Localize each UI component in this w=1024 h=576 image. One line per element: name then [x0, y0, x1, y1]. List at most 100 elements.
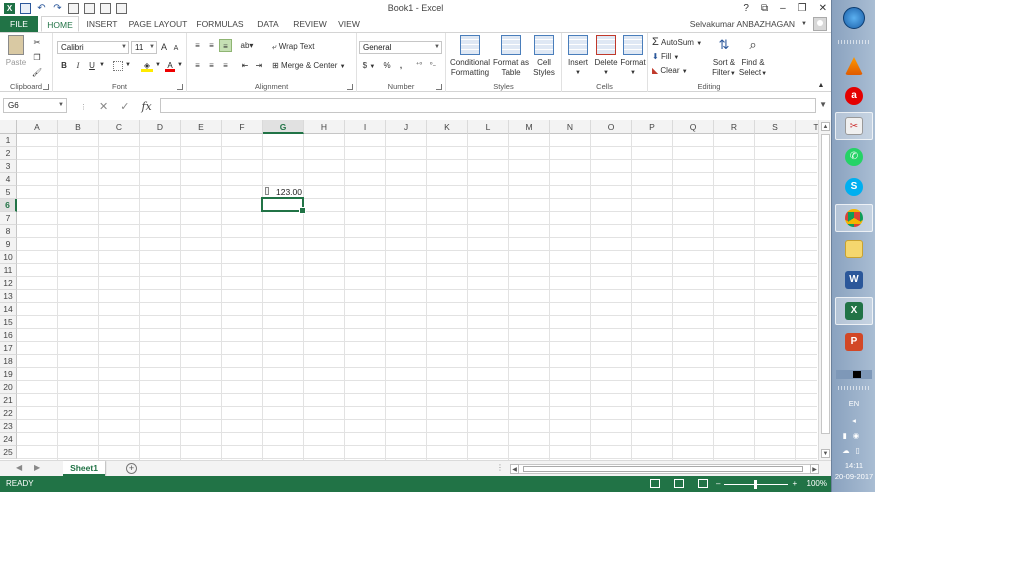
taskbar-paint[interactable]: ✂ — [835, 112, 873, 140]
fill-button[interactable]: ⬇ Fill ▼ — [652, 50, 692, 63]
expand-formula-bar-icon[interactable]: ▼ — [819, 100, 827, 109]
taskbar-scroll-thumb[interactable] — [853, 371, 861, 378]
row-header-11[interactable]: 11 — [0, 264, 17, 277]
collapse-ribbon-icon[interactable]: ▲ — [816, 79, 826, 92]
italic-button[interactable]: I — [73, 59, 83, 72]
format-as-table-button[interactable]: Format as Table — [493, 35, 529, 78]
zoom-out-icon[interactable]: – — [716, 476, 720, 492]
taskbar-airtel[interactable]: a — [835, 82, 873, 110]
clear-button[interactable]: ◣ Clear ▼ — [652, 64, 696, 77]
increase-decimal-icon[interactable]: ⁺⁰ — [413, 59, 425, 72]
tab-insert[interactable]: INSERT — [82, 16, 122, 32]
scroll-up-icon[interactable]: ▲ — [821, 122, 830, 131]
vertical-scrollbar[interactable]: ▲ ▼ — [818, 120, 831, 460]
delete-button[interactable]: Delete ▼ — [592, 35, 620, 78]
row-header-12[interactable]: 12 — [0, 277, 17, 290]
zoom-level[interactable]: 100% — [807, 476, 827, 492]
row-header-17[interactable]: 17 — [0, 342, 17, 355]
column-header-f[interactable]: F — [222, 120, 263, 134]
autosum-button[interactable]: Σ AutoSum ▼ — [652, 36, 712, 49]
row-header-21[interactable]: 21 — [0, 394, 17, 407]
column-header-m[interactable]: M — [509, 120, 550, 134]
column-header-a[interactable]: A — [17, 120, 58, 134]
active-cell-g6[interactable] — [261, 197, 306, 214]
row-header-1[interactable]: 1 — [0, 134, 17, 147]
row-header-7[interactable]: 7 — [0, 212, 17, 225]
percent-button[interactable]: % — [382, 59, 392, 72]
restore-button[interactable]: ❐ — [798, 3, 807, 14]
row-header-8[interactable]: 8 — [0, 225, 17, 238]
taskbar-whatsapp[interactable]: ✆ — [835, 143, 873, 171]
column-header-e[interactable]: E — [181, 120, 222, 134]
worksheet[interactable]: ABCDEFGHIJKLMNOPQRST 1 2 3 4 5 6 7 8 9 10 11 12 13 14… — [0, 120, 831, 460]
zoom-in-icon[interactable]: + — [792, 476, 797, 492]
column-header-q[interactable]: Q — [673, 120, 714, 134]
zoom-slider-knob[interactable] — [754, 479, 758, 489]
font-launcher-icon[interactable] — [177, 84, 183, 90]
column-header-d[interactable]: D — [140, 120, 181, 134]
taskbar-vlc[interactable] — [835, 52, 873, 80]
row-header-18[interactable]: 18 — [0, 355, 17, 368]
decrease-indent-icon[interactable]: ⇤ — [239, 59, 251, 72]
zoom-slider[interactable] — [724, 479, 789, 489]
row-header-10[interactable]: 10 — [0, 251, 17, 264]
splitter-icon[interactable]: ⋮ — [496, 463, 504, 472]
tab-data[interactable]: DATA — [250, 16, 286, 32]
fill-color-icon[interactable]: ◈ — [141, 59, 153, 72]
column-header-g[interactable]: G — [263, 120, 304, 134]
chevron-down-icon[interactable]: ▼ — [155, 59, 161, 72]
column-header-c[interactable]: C — [99, 120, 140, 134]
font-size-select[interactable]: 11 ▼ — [131, 41, 157, 54]
scroll-down-icon[interactable]: ▼ — [821, 449, 830, 458]
column-header-b[interactable]: B — [58, 120, 99, 134]
cell-styles-button[interactable]: Cell Styles — [530, 35, 558, 78]
next-sheet-icon[interactable]: ▶ — [34, 463, 40, 472]
show-hidden-icons-icon[interactable]: ◂ — [832, 416, 876, 425]
ribbon-display-button[interactable]: ⧉ — [761, 3, 768, 14]
bold-button[interactable]: B — [59, 59, 69, 72]
row-header-14[interactable]: 14 — [0, 303, 17, 316]
align-top-icon[interactable]: ≡ — [192, 39, 203, 52]
insert-function-button[interactable]: fx — [141, 100, 151, 113]
chevron-down-icon[interactable]: ▼ — [125, 59, 131, 72]
user-name[interactable]: Selvakumar ANBAZHAGAN — [690, 16, 795, 32]
page-layout-view-icon[interactable] — [674, 479, 684, 488]
tab-page-layout[interactable]: PAGE LAYOUT — [126, 16, 190, 32]
name-box[interactable]: G6 ▼ — [3, 98, 67, 113]
grow-font-button[interactable]: A — [159, 41, 169, 54]
network-volume-icon[interactable]: ▮◉ — [832, 431, 876, 440]
sheet-tab-sheet1[interactable]: Sheet1 — [63, 461, 105, 476]
taskbar-powerpoint[interactable]: P — [835, 328, 873, 356]
row-header-24[interactable]: 24 — [0, 433, 17, 446]
row-header-5[interactable]: 5 — [0, 186, 17, 199]
column-header-k[interactable]: K — [427, 120, 468, 134]
number-launcher-icon[interactable] — [436, 84, 442, 90]
row-header-19[interactable]: 19 — [0, 368, 17, 381]
increase-indent-icon[interactable]: ⇥ — [253, 59, 265, 72]
conditional-formatting-button[interactable]: Conditional Formatting — [448, 35, 492, 78]
help-button[interactable]: ? — [743, 3, 749, 14]
column-header-j[interactable]: J — [386, 120, 427, 134]
tab-file[interactable]: FILE — [0, 16, 38, 32]
orientation-icon[interactable]: ab▾ — [239, 39, 255, 52]
decrease-decimal-icon[interactable]: ⁰₋ — [427, 59, 439, 72]
vertical-scroll-thumb[interactable] — [821, 134, 830, 434]
taskbar-chrome[interactable] — [835, 204, 873, 232]
align-bottom-icon[interactable]: ≡ — [219, 39, 232, 52]
tab-review[interactable]: REVIEW — [290, 16, 330, 32]
font-color-button[interactable]: A — [165, 59, 175, 72]
column-header-s[interactable]: S — [755, 120, 796, 134]
column-header-o[interactable]: O — [591, 120, 632, 134]
page-break-view-icon[interactable] — [698, 479, 708, 488]
chevron-down-icon[interactable]: ▼ — [99, 59, 105, 72]
tab-view[interactable]: VIEW — [334, 16, 364, 32]
sort-filter-button[interactable]: ⇅ Sort & Filter▼ — [710, 35, 738, 79]
tab-home[interactable]: HOME — [41, 16, 79, 32]
language-indicator[interactable]: EN — [832, 399, 876, 408]
format-painter-icon[interactable]: 🖌 — [31, 66, 43, 79]
borders-icon[interactable] — [113, 61, 123, 71]
normal-view-icon[interactable] — [650, 479, 660, 488]
underline-button[interactable]: U — [87, 59, 97, 72]
close-button[interactable]: ✕ — [819, 3, 827, 14]
column-header-h[interactable]: H — [304, 120, 345, 134]
